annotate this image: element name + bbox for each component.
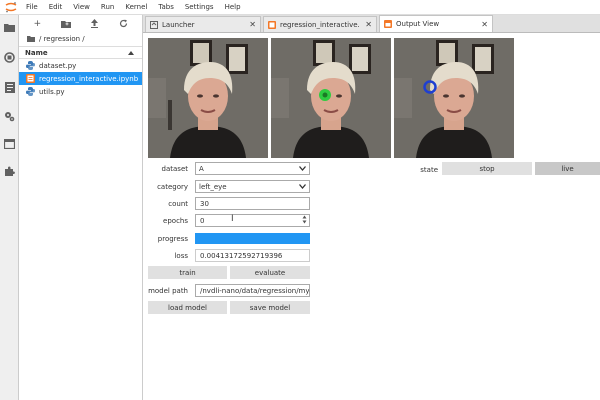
tab-label: Launcher [162, 20, 195, 29]
load-model-button[interactable]: load model [148, 301, 227, 314]
category-dropdown[interactable]: left_eye [195, 180, 310, 193]
loss-label: loss [174, 252, 188, 260]
output-view-icon [384, 20, 392, 28]
tab-launcher[interactable]: Launcher ✕ [145, 16, 261, 32]
evaluate-button[interactable]: evaluate [230, 266, 310, 279]
close-icon[interactable]: ✕ [249, 20, 256, 29]
breadcrumb-path[interactable]: / regression / [39, 35, 85, 43]
commands-icon[interactable] [3, 81, 16, 94]
notebook-file-icon [268, 20, 276, 29]
launcher-icon [150, 20, 158, 29]
state-label: state [420, 166, 438, 174]
menu-bar: File Edit View Run Kernel Tabs Settings … [0, 0, 600, 15]
folder-icon[interactable] [3, 21, 16, 34]
count-label: count [168, 200, 188, 208]
category-value: left_eye [199, 182, 227, 191]
close-icon[interactable]: ✕ [481, 20, 488, 29]
output-view-panel: dataset A category left_eye count 30 epo… [143, 33, 600, 400]
menu-file[interactable]: File [26, 3, 38, 11]
column-header-label: Name [25, 48, 48, 57]
camera-frame-live [148, 38, 268, 158]
epochs-value: 0 [200, 216, 205, 225]
notebook-file-icon [26, 74, 35, 83]
list-item[interactable]: utils.py [19, 85, 142, 98]
chevron-down-icon [299, 165, 306, 173]
menu-settings[interactable]: Settings [185, 3, 214, 11]
tab-output-view[interactable]: Output View ✕ [379, 15, 493, 32]
extension-icon[interactable] [3, 165, 16, 178]
loss-value: 0.00413172592719396 [200, 251, 283, 260]
sort-caret-up-icon [128, 49, 134, 57]
file-browser: + / regression / Name dataset.py regress… [19, 15, 143, 400]
progress-bar [195, 233, 310, 244]
jupyter-logo-icon [4, 1, 18, 13]
gear-icon[interactable] [3, 110, 16, 123]
upload-icon[interactable] [89, 18, 101, 30]
list-item[interactable]: regression_interactive.ipynb [19, 72, 142, 85]
count-field[interactable]: 30 [195, 197, 310, 210]
breadcrumb: / regression / [19, 32, 142, 46]
python-file-icon [26, 87, 35, 96]
camera-frame-prediction [394, 38, 514, 158]
list-item[interactable]: dataset.py [19, 59, 142, 72]
menu-help[interactable]: Help [225, 3, 241, 11]
stop-button[interactable]: stop [442, 162, 532, 175]
file-name: dataset.py [39, 61, 77, 70]
file-name: regression_interactive.ipynb [39, 74, 139, 83]
stepper-arrows-icon[interactable] [302, 215, 307, 226]
menu-edit[interactable]: Edit [49, 3, 63, 11]
refresh-icon[interactable] [118, 18, 130, 30]
text-cursor-icon: I [231, 214, 234, 224]
menu-kernel[interactable]: Kernel [125, 3, 147, 11]
python-file-icon [26, 61, 35, 70]
model-path-value: /nvdli-nano/data/regression/my_ [200, 286, 310, 295]
menu-view[interactable]: View [73, 3, 90, 11]
activity-bar [0, 15, 19, 400]
save-model-button[interactable]: save model [230, 301, 310, 314]
epochs-label: epochs [163, 217, 188, 225]
new-launcher-plus-icon[interactable]: + [31, 18, 43, 30]
category-label: category [157, 183, 188, 191]
dataset-label: dataset [161, 165, 188, 173]
progress-bar-fill [195, 233, 310, 244]
tab-label: Output View [396, 20, 440, 28]
tab-regression-notebook[interactable]: regression_interactive.ipynb ✕ [263, 16, 377, 32]
progress-label: progress [157, 235, 188, 243]
close-icon[interactable]: ✕ [365, 20, 372, 29]
tab-label: regression_interactive.ipynb [280, 20, 359, 29]
tab-bar: Launcher ✕ regression_interactive.ipynb … [143, 15, 600, 33]
live-button[interactable]: live [535, 162, 600, 175]
running-icon[interactable] [3, 51, 16, 64]
loss-value-field: 0.00413172592719396 [195, 249, 310, 262]
epochs-stepper[interactable]: 0 [195, 214, 310, 227]
count-value: 30 [200, 199, 209, 208]
column-header-name[interactable]: Name [19, 46, 142, 59]
menu-run[interactable]: Run [101, 3, 114, 11]
file-browser-toolbar: + [19, 15, 142, 32]
camera-frame-target [271, 38, 391, 158]
file-name: utils.py [39, 87, 65, 96]
chevron-down-icon [299, 183, 306, 191]
dataset-value: A [199, 164, 204, 173]
model-path-input[interactable]: /nvdli-nano/data/regression/my_ [195, 284, 310, 297]
model-path-label: model path [148, 287, 188, 295]
menu-tabs[interactable]: Tabs [158, 3, 174, 11]
dataset-dropdown[interactable]: A [195, 162, 310, 175]
tabs-icon[interactable] [3, 137, 16, 150]
folder-icon[interactable] [27, 35, 35, 44]
train-button[interactable]: train [148, 266, 227, 279]
new-folder-icon[interactable] [60, 18, 72, 30]
